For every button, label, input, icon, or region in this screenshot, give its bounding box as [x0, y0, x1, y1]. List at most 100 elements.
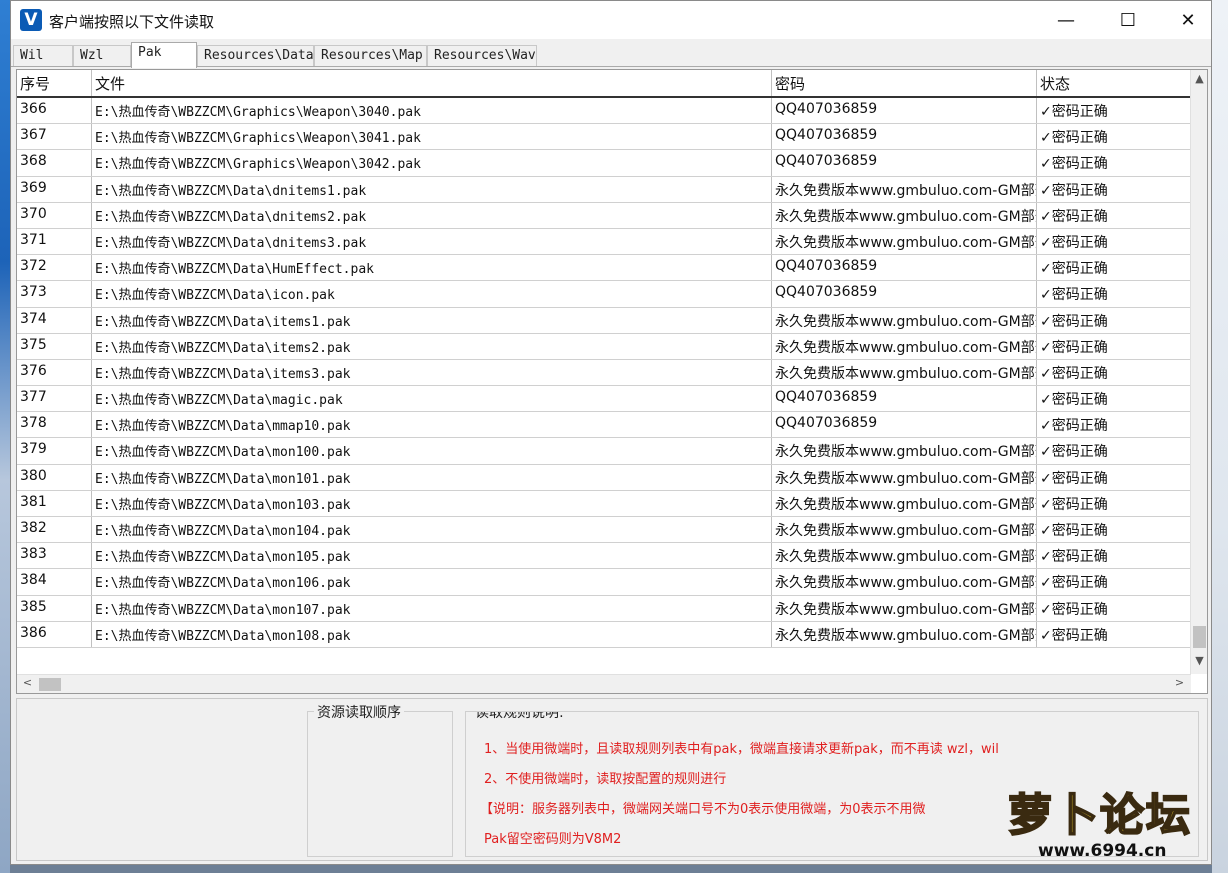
table-row[interactable]: 376 E:\热血传奇\WBZZCM\Data\items3.pak 永久免费版本w… [17, 359, 1191, 387]
tab-resources-map[interactable]: Resources\Map [314, 45, 427, 67]
tab-wil[interactable]: Wil [13, 45, 73, 67]
table-row[interactable]: 377 E:\热血传奇\WBZZCM\Data\magic.pak QQ407036… [17, 386, 1191, 413]
tab-resources-wav[interactable]: Resources\Wav [427, 45, 537, 67]
grid-rows: 366 E:\热血传奇\WBZZCM\Graphics\Weapon\3040.p… [17, 98, 1191, 648]
cell-file: E:\热血传奇\WBZZCM\Data\items1.pak [92, 307, 772, 333]
table-row[interactable]: 372 E:\热血传奇\WBZZCM\Data\HumEffect.pak QQ40… [17, 255, 1191, 282]
table-row[interactable]: 385 E:\热血传奇\WBZZCM\Data\mon107.pak 永久免费版本w… [17, 595, 1191, 622]
desktop-left-edge [0, 0, 10, 873]
cell-status: ✓密码正确 [1040, 182, 1108, 199]
cell-password: 永久免费版本www.gmbuluo.com-GM部落- [772, 438, 1037, 464]
vertical-scroll-thumb[interactable] [1193, 626, 1206, 648]
table-row[interactable]: 384 E:\热血传奇\WBZZCM\Data\mon106.pak 永久免费版本w… [17, 569, 1191, 596]
cell-file: E:\热血传奇\WBZZCM\Graphics\Weapon\3042.pak [92, 150, 772, 176]
cell-status: ✓密码正确 [1040, 208, 1108, 225]
cell-status: ✓密码正确 [1040, 470, 1108, 487]
horizontal-scroll-thumb[interactable] [39, 678, 61, 691]
cell-password: QQ407036859 [772, 255, 1037, 281]
rule-line-1: 1、当使用微端时，且读取规则列表中有pak，微端直接请求更新pak，而不再读 w… [484, 742, 999, 757]
table-row[interactable]: 380 E:\热血传奇\WBZZCM\Data\mon101.pak 永久免费版本w… [17, 464, 1191, 491]
vertical-scrollbar[interactable]: ▲ ▼ [1190, 70, 1207, 674]
cell-status: ✓密码正确 [1040, 287, 1108, 304]
cell-file: E:\热血传奇\WBZZCM\Graphics\Weapon\3040.pak [92, 98, 772, 124]
horizontal-scrollbar[interactable]: < > [17, 674, 1191, 693]
scroll-up-arrow-icon[interactable]: ▲ [1191, 72, 1207, 85]
cell-index: 381 [17, 490, 92, 516]
table-row[interactable]: 371 E:\热血传奇\WBZZCM\Data\dnitems3.pak 永久免费版… [17, 228, 1191, 256]
cell-file: E:\热血传奇\WBZZCM\Graphics\Weapon\3041.pak [92, 124, 772, 150]
cell-status: ✓密码正确 [1040, 313, 1108, 330]
cell-status: ✓密码正确 [1040, 627, 1108, 644]
cell-index: 379 [17, 438, 92, 464]
cell-file: E:\热血传奇\WBZZCM\Data\mon100.pak [92, 438, 772, 464]
cell-password: QQ407036859 [772, 281, 1037, 307]
scroll-down-arrow-icon[interactable]: ▼ [1191, 654, 1207, 667]
cell-password: 永久免费版本www.gmbuluo.com-GM部落- [772, 464, 1037, 490]
cell-password: 永久免费版本www.gmbuluo.com-GM部落- [772, 202, 1037, 228]
cell-file: E:\热血传奇\WBZZCM\Data\items2.pak [92, 333, 772, 359]
tab-wzl[interactable]: Wzl [73, 45, 131, 67]
cell-file: E:\热血传奇\WBZZCM\Data\items3.pak [92, 359, 772, 386]
scroll-left-arrow-icon[interactable]: < [19, 676, 36, 689]
table-row[interactable]: 368 E:\热血传奇\WBZZCM\Graphics\Weapon\3042.p… [17, 150, 1191, 177]
table-row[interactable]: 370 E:\热血传奇\WBZZCM\Data\dnitems2.pak 永久免费版… [17, 202, 1191, 229]
cell-password: 永久免费版本www.gmbuluo.com-GM部落- [772, 176, 1037, 202]
header-status[interactable]: 状态 [1037, 70, 1191, 96]
cell-index: 373 [17, 281, 92, 307]
grid-header: 序号 文件 密码 状态 [17, 70, 1191, 98]
table-row[interactable]: 366 E:\热血传奇\WBZZCM\Graphics\Weapon\3040.p… [17, 98, 1191, 125]
table-row[interactable]: 369 E:\热血传奇\WBZZCM\Data\dnitems1.pak 永久免费版… [17, 176, 1191, 203]
cell-password: QQ407036859 [772, 412, 1037, 438]
header-index[interactable]: 序号 [17, 70, 92, 96]
table-row[interactable]: 382 E:\热血传奇\WBZZCM\Data\mon104.pak 永久免费版本w… [17, 517, 1191, 544]
read-rules-title: 读取规则说明: [472, 712, 567, 722]
cell-status: ✓密码正确 [1040, 365, 1108, 382]
cell-status: ✓密码正确 [1040, 496, 1108, 513]
header-file[interactable]: 文件 [92, 70, 772, 96]
table-row[interactable]: 379 E:\热血传奇\WBZZCM\Data\mon100.pak 永久免费版本w… [17, 438, 1191, 465]
scroll-right-arrow-icon[interactable]: > [1171, 676, 1188, 689]
rule-line-2: 2、不使用微端时，读取按配置的规则进行 [484, 772, 727, 787]
maximize-button[interactable]: ☐ [1099, 1, 1157, 39]
cell-index: 371 [17, 228, 92, 255]
desktop-right-edge [1212, 0, 1228, 873]
cell-index: 372 [17, 255, 92, 281]
header-password[interactable]: 密码 [772, 70, 1037, 96]
cell-status: ✓密码正确 [1040, 104, 1108, 120]
file-grid[interactable]: 序号 文件 密码 状态 366 E:\热血传奇\WBZZCM\Graphics\W… [16, 69, 1208, 694]
title-bar[interactable]: V 客户端按照以下文件读取 — ☐ ✕ [11, 1, 1211, 39]
cell-index: 380 [17, 464, 92, 490]
close-button[interactable]: ✕ [1159, 1, 1217, 39]
table-row[interactable]: 383 E:\热血传奇\WBZZCM\Data\mon105.pak 永久免费版本w… [17, 543, 1191, 570]
table-row[interactable]: 375 E:\热血传奇\WBZZCM\Data\items2.pak 永久免费版本w… [17, 333, 1191, 360]
minimize-button[interactable]: — [1037, 1, 1095, 39]
cell-password: 永久免费版本www.gmbuluo.com-GM部落- [772, 517, 1037, 543]
cell-index: 367 [17, 124, 92, 150]
tab-resources-data[interactable]: Resources\Data [197, 45, 314, 67]
cell-file: E:\热血传奇\WBZZCM\Data\mmap10.pak [92, 412, 772, 438]
table-row[interactable]: 373 E:\热血传奇\WBZZCM\Data\icon.pak QQ4070368… [17, 281, 1191, 308]
cell-password: 永久免费版本www.gmbuluo.com-GM部落- [772, 333, 1037, 359]
cell-index: 386 [17, 621, 92, 647]
cell-password: 永久免费版本www.gmbuluo.com-GM部落- [772, 228, 1037, 255]
cell-file: E:\热血传奇\WBZZCM\Data\mon105.pak [92, 543, 772, 569]
cell-password: 永久免费版本www.gmbuluo.com-GM部落- [772, 621, 1037, 647]
cell-file: E:\热血传奇\WBZZCM\Data\dnitems3.pak [92, 228, 772, 255]
table-row[interactable]: 367 E:\热血传奇\WBZZCM\Graphics\Weapon\3041.p… [17, 124, 1191, 151]
cell-index: 374 [17, 307, 92, 333]
cell-file: E:\热血传奇\WBZZCM\Data\magic.pak [92, 386, 772, 412]
rule-line-4: Pak留空密码则为V8M2 [484, 832, 622, 847]
cell-index: 377 [17, 386, 92, 412]
table-row[interactable]: 378 E:\热血传奇\WBZZCM\Data\mmap10.pak QQ40703… [17, 412, 1191, 439]
cell-password: QQ407036859 [772, 386, 1037, 412]
table-row[interactable]: 374 E:\热血传奇\WBZZCM\Data\items1.pak 永久免费版本w… [17, 307, 1191, 334]
cell-index: 382 [17, 517, 92, 543]
cell-index: 369 [17, 176, 92, 202]
cell-status: ✓密码正确 [1040, 523, 1108, 539]
cell-index: 384 [17, 569, 92, 595]
table-row[interactable]: 381 E:\热血传奇\WBZZCM\Data\mon103.pak 永久免费版本w… [17, 490, 1191, 517]
table-row[interactable]: 386 E:\热血传奇\WBZZCM\Data\mon108.pak 永久免费版本w… [17, 621, 1191, 648]
cell-file: E:\热血传奇\WBZZCM\Data\mon101.pak [92, 464, 772, 490]
tab-pak[interactable]: Pak [131, 42, 197, 68]
tab-strip: Wil Wzl Pak Resources\Data Resources\Map… [11, 42, 1211, 68]
